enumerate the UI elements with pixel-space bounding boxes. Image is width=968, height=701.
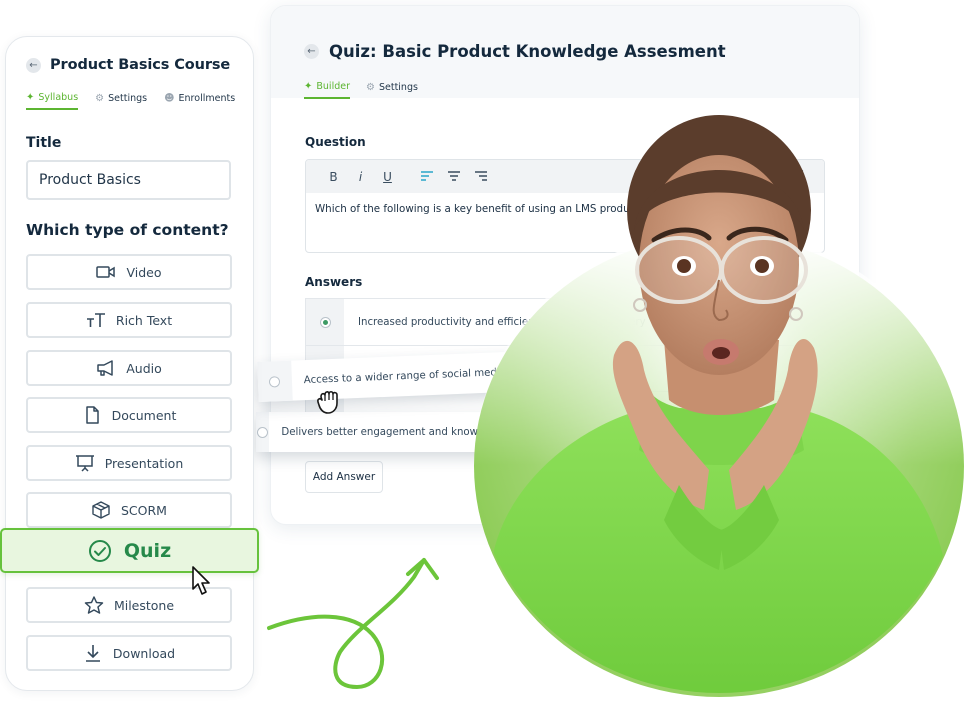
answers-label: Answers [305, 275, 363, 289]
grab-hand-cursor-icon [317, 390, 338, 414]
presentation-icon [75, 455, 94, 472]
document-icon [85, 406, 99, 424]
add-answer-button[interactable]: Add Answer [305, 461, 383, 493]
radio-unselected[interactable] [257, 426, 269, 438]
radio-selected[interactable] [319, 316, 331, 328]
title-label: Title [26, 135, 62, 151]
question-label: Question [305, 135, 366, 149]
download-icon [85, 645, 100, 662]
text-size-icon [86, 313, 105, 327]
tab-quiz-settings[interactable]: ⚙ Settings [366, 81, 418, 99]
tab-settings[interactable]: ⚙ Settings [95, 92, 147, 110]
quiz-title: Quiz: Basic Product Knowledge Assesment [329, 42, 726, 61]
megaphone-icon [97, 360, 113, 376]
quiz-header: ← Quiz: Basic Product Knowledge Assesmen… [304, 42, 726, 61]
align-center-icon[interactable] [440, 170, 467, 184]
users-icon: ☻ [164, 93, 175, 104]
magic-wand-icon: ✦ [26, 92, 35, 103]
course-tabs: ✦ Syllabus ⚙ Settings ☻ Enrollments [26, 92, 235, 110]
content-type-video-button[interactable]: Video [26, 254, 232, 290]
course-header: ← Product Basics Course [26, 57, 230, 73]
content-type-document-button[interactable]: Document [26, 397, 232, 433]
surprised-woman-image [474, 90, 964, 697]
title-input[interactable]: Product Basics [26, 160, 231, 200]
quiz-tabs: ✦ Builder ⚙ Settings [304, 81, 418, 99]
magic-wand-icon: ✦ [304, 81, 313, 92]
video-icon [96, 266, 116, 278]
bold-button[interactable]: B [320, 170, 347, 184]
content-type-presentation-button[interactable]: Presentation [26, 445, 232, 481]
content-type-label: Which type of content? [26, 221, 229, 239]
italic-button[interactable]: i [347, 170, 374, 184]
course-title: Product Basics Course [50, 57, 231, 73]
tab-builder[interactable]: ✦ Builder [304, 81, 350, 99]
content-type-rich-text-button[interactable]: Rich Text [26, 302, 232, 338]
mouse-pointer-icon [192, 566, 210, 595]
back-arrow-icon[interactable]: ← [26, 57, 41, 73]
curly-arrow-icon [267, 558, 439, 690]
star-icon [84, 596, 104, 614]
underline-button[interactable]: U [374, 170, 401, 184]
tab-enrollments[interactable]: ☻ Enrollments [164, 92, 235, 110]
tab-syllabus[interactable]: ✦ Syllabus [26, 92, 79, 110]
align-left-icon[interactable] [413, 170, 440, 184]
package-icon [92, 501, 110, 519]
check-circle-icon [88, 539, 111, 562]
content-type-quiz-button[interactable]: Quiz [0, 528, 259, 573]
gear-icon: ⚙ [95, 93, 105, 104]
content-type-audio-button[interactable]: Audio [26, 350, 232, 386]
gear-icon: ⚙ [366, 82, 375, 93]
back-arrow-icon[interactable]: ← [304, 44, 319, 59]
radio-unselected[interactable] [269, 375, 281, 388]
course-panel: ← Product Basics Course ✦ Syllabus ⚙ Set… [5, 36, 254, 691]
content-type-download-button[interactable]: Download [26, 635, 232, 671]
content-type-scorm-button[interactable]: SCORM [26, 492, 232, 528]
